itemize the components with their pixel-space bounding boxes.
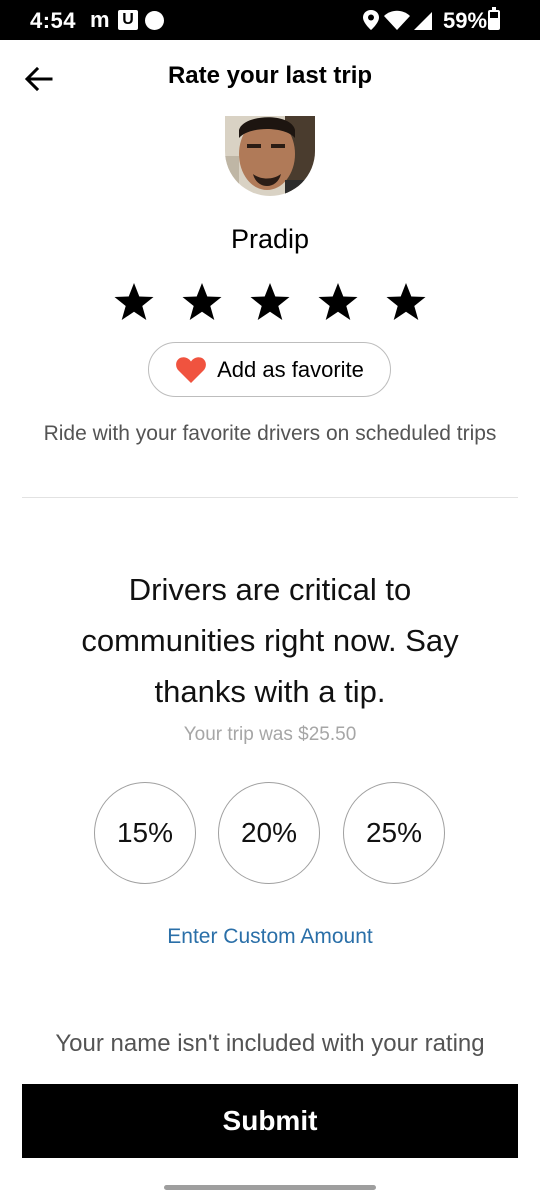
back-arrow-icon[interactable] bbox=[24, 64, 54, 94]
tip-option-label: 25% bbox=[365, 817, 423, 848]
tip-option-label: 15% bbox=[116, 817, 174, 848]
add-favorite-button[interactable]: Add as favorite bbox=[148, 342, 391, 397]
favorite-caption: Ride with your favorite drivers on sched… bbox=[43, 422, 497, 445]
divider bbox=[22, 497, 518, 498]
tip-headline: Drivers are critical to communities righ… bbox=[81, 572, 459, 709]
status-bar: 4:54 m U 59% bbox=[0, 0, 540, 40]
star-rating[interactable] bbox=[100, 280, 440, 330]
star-icon[interactable] bbox=[248, 280, 292, 324]
wifi-icon bbox=[384, 10, 410, 30]
battery-percent: 59% bbox=[443, 8, 488, 33]
u-app-icon: U bbox=[118, 10, 138, 30]
custom-amount-link[interactable]: Enter Custom Amount bbox=[120, 925, 420, 949]
mcdonalds-icon: m bbox=[90, 7, 110, 32]
heart-icon bbox=[176, 356, 207, 383]
cell-signal-icon bbox=[414, 12, 432, 30]
submit-label: Submit bbox=[222, 1105, 318, 1136]
tip-option-25[interactable]: 25% bbox=[343, 782, 445, 884]
star-icon[interactable] bbox=[384, 280, 428, 324]
tip-option-20[interactable]: 20% bbox=[218, 782, 320, 884]
star-icon[interactable] bbox=[180, 280, 224, 324]
u-app-icon-letter: U bbox=[122, 11, 134, 28]
driver-name: Pradip bbox=[230, 224, 310, 254]
privacy-note: Your name isn't included with your ratin… bbox=[55, 1030, 485, 1057]
driver-avatar bbox=[225, 116, 315, 196]
page-title: Rate your last trip bbox=[167, 62, 373, 89]
submit-button[interactable]: Submit bbox=[22, 1084, 518, 1158]
trip-cost: Your trip was $25.50 bbox=[183, 724, 357, 745]
add-favorite-label: Add as favorite bbox=[217, 356, 364, 382]
tip-option-15[interactable]: 15% bbox=[94, 782, 196, 884]
star-icon[interactable] bbox=[112, 280, 156, 324]
star-icon[interactable] bbox=[316, 280, 360, 324]
home-indicator[interactable] bbox=[164, 1185, 376, 1190]
status-time: 4:54 bbox=[30, 8, 77, 33]
tip-option-label: 20% bbox=[240, 817, 298, 848]
location-icon bbox=[363, 10, 379, 30]
system-status-icons bbox=[363, 10, 432, 30]
circle-notification-icon bbox=[145, 11, 164, 30]
battery-icon bbox=[488, 7, 500, 30]
